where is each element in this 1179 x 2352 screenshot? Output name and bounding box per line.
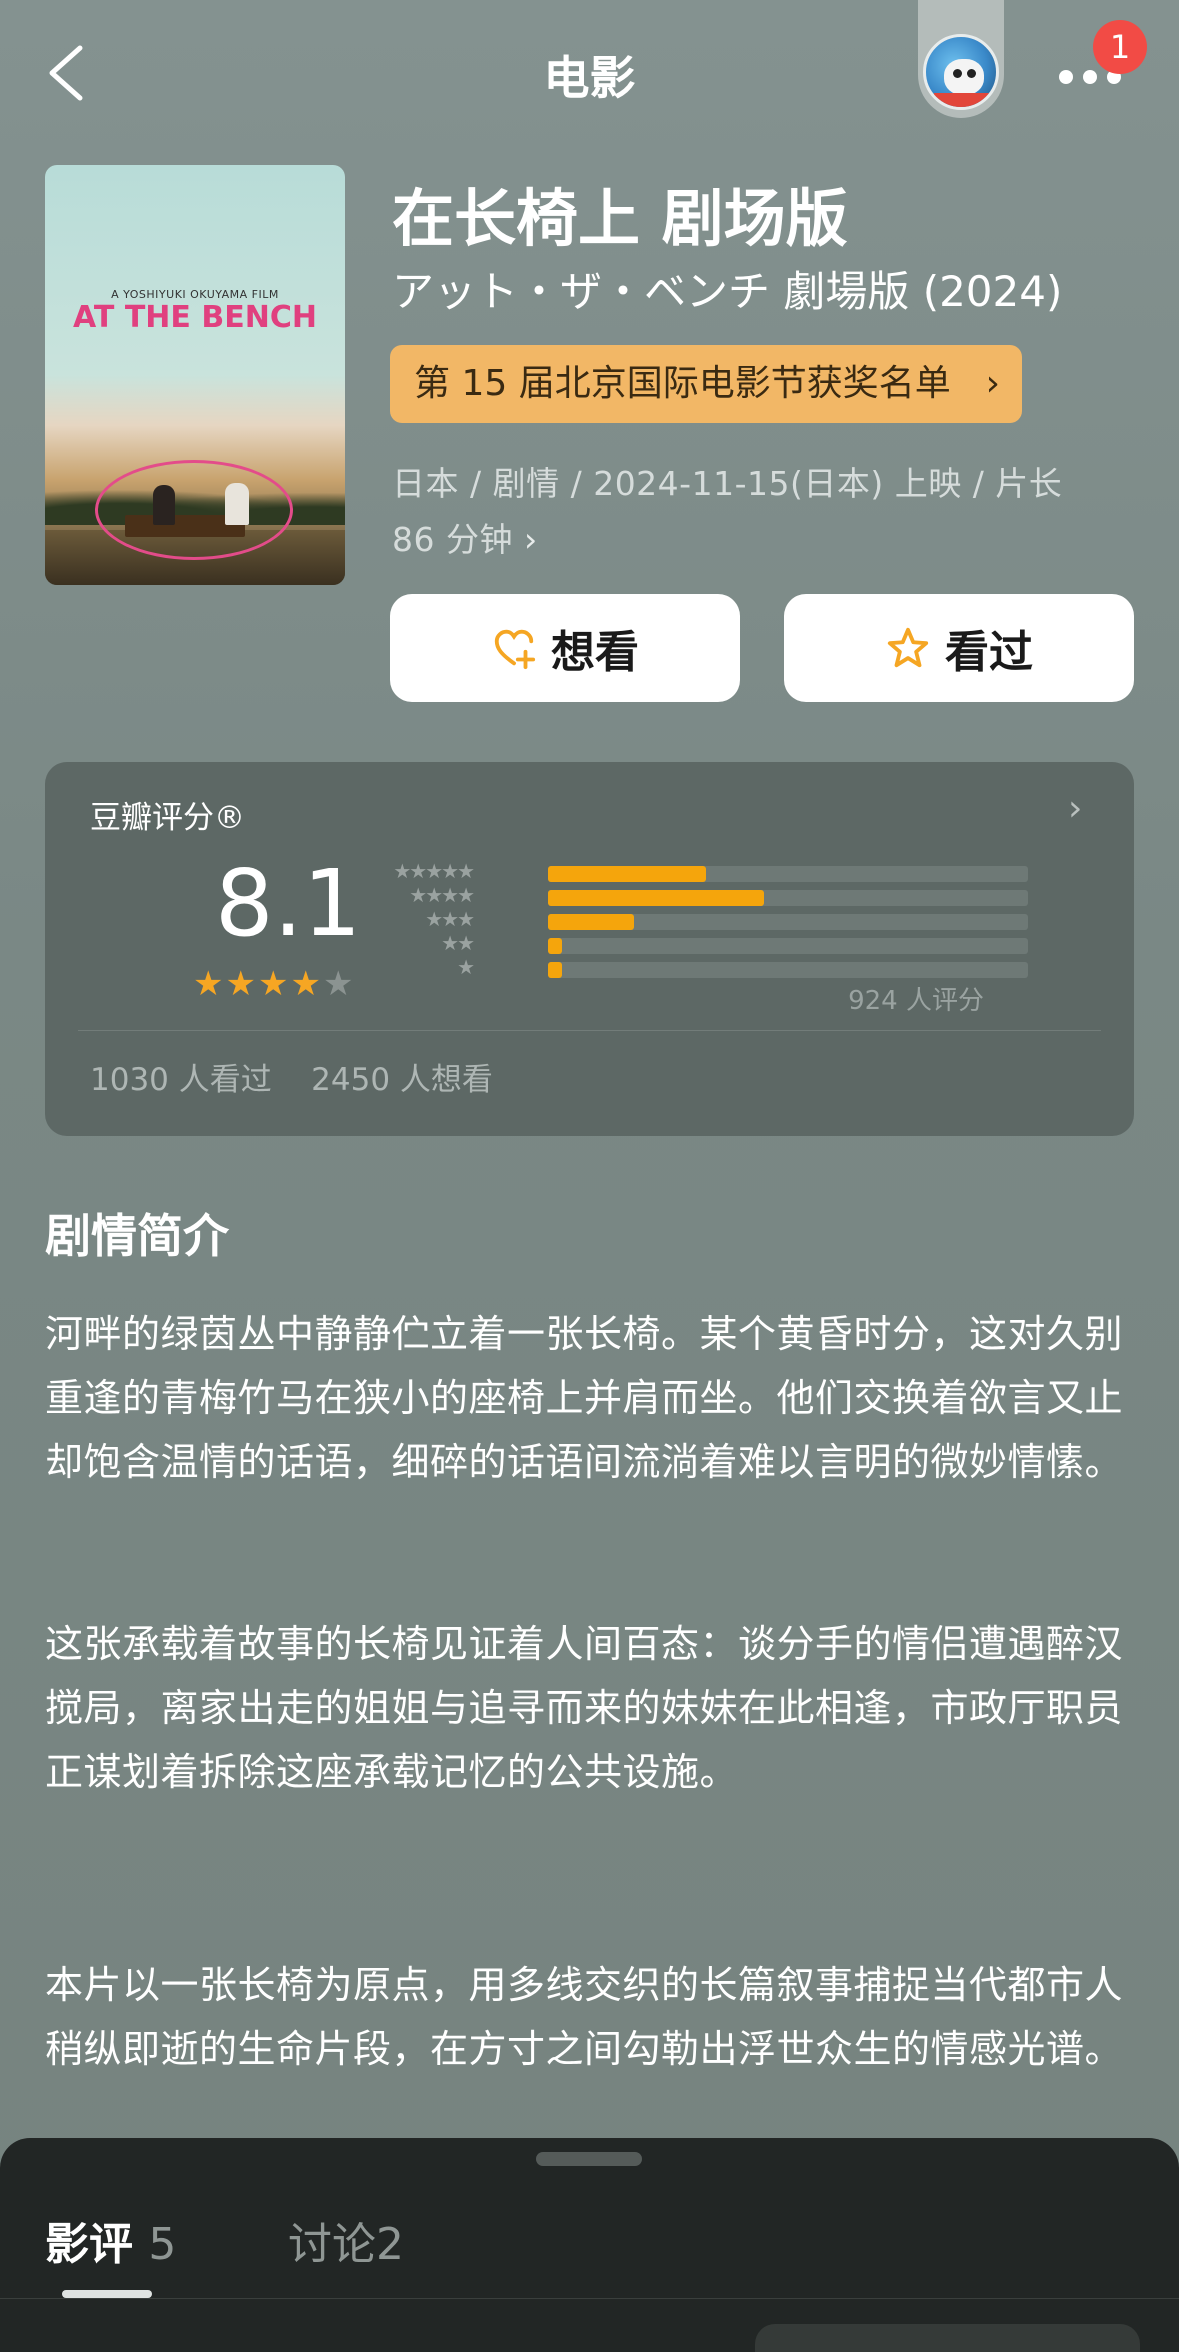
synopsis-paragraph: 这张承载着故事的长椅见证着人间百态：谈分手的情侣遭遇醉汉搅局，离家出走的姐姐与追… <box>45 1622 1124 1794</box>
award-label: 第 15 届北京国际电影节获奖名单 <box>414 363 951 404</box>
tab-discussions-label: 讨论 <box>288 2219 376 2270</box>
distribution-row-1-star: ★ <box>383 955 1033 982</box>
rating-card[interactable]: 豆瓣评分® › 8.1 ★ ★ ★ ★ ★ ★★★★★ ★★★★ ★★★ ★★ ★ 924 人评… <box>45 762 1134 1136</box>
distribution-bar <box>548 914 635 930</box>
top-bar: 电影 1 <box>0 0 1179 150</box>
rating-count: 924 人评分 <box>848 986 984 1016</box>
distribution-track <box>548 962 1028 978</box>
star-filled-icon: ★ <box>290 964 321 1004</box>
mini-stars-icon: ★★ <box>441 931 475 955</box>
chevron-right-icon: › <box>985 363 1000 404</box>
tab-discussions-count: 2 <box>376 2219 404 2270</box>
sheet-drag-handle[interactable] <box>536 2152 642 2166</box>
poster-title: AT THE BENCH <box>73 300 317 335</box>
divider <box>0 2298 1179 2299</box>
chevron-right-icon[interactable]: › <box>1068 788 1082 829</box>
mini-stars-icon: ★★★★★ <box>393 859 475 883</box>
distribution-row-5-star: ★★★★★ <box>383 859 1033 886</box>
movie-poster[interactable]: A YOSHIYUKI OKUYAMA FILM AT THE BENCH <box>45 165 345 585</box>
heart-plus-icon <box>494 629 536 670</box>
want-to-watch-button[interactable]: 想看 <box>390 594 740 702</box>
distribution-bar <box>548 938 563 954</box>
rating-stars: ★ ★ ★ ★ ★ <box>193 967 363 1001</box>
movie-meta-text: 日本 / 剧情 / 2024-11-15(日本) 上映 / 片长 86 分钟 <box>392 464 1063 559</box>
audience-stats: 1030 人看过 2450 人想看 <box>90 1054 493 1099</box>
distribution-bar <box>548 866 707 882</box>
want-count: 2450 人想看 <box>311 1062 493 1098</box>
distribution-track <box>548 938 1028 954</box>
avatar <box>923 34 999 110</box>
distribution-bar <box>548 890 764 906</box>
watched-count: 1030 人看过 <box>90 1062 272 1098</box>
movie-title: 在长椅上 剧场版 <box>392 182 848 255</box>
divider <box>78 1030 1101 1031</box>
distribution-bar <box>548 962 563 978</box>
star-filled-icon: ★ <box>257 964 289 1004</box>
distribution-row-3-star: ★★★ <box>383 907 1033 934</box>
watched-button[interactable]: 看过 <box>784 594 1134 702</box>
mini-stars-icon: ★★★ <box>425 907 475 931</box>
star-filled-icon: ★ <box>193 964 224 1004</box>
distribution-track <box>548 866 1028 882</box>
star-outline-icon <box>887 627 929 668</box>
reviews-sheet[interactable]: 影评 5 讨论2 <box>0 2138 1179 2352</box>
distribution-track <box>548 914 1028 930</box>
tab-discussions[interactable]: 讨论2 <box>288 2208 404 2272</box>
user-avatar-tab[interactable] <box>918 0 1004 118</box>
distribution-row-4-star: ★★★★ <box>383 883 1033 910</box>
star-filled-icon: ★ <box>225 964 256 1004</box>
rating-distribution: ★★★★★ ★★★★ ★★★ ★★ ★ <box>383 859 1033 982</box>
mini-stars-icon: ★★★★ <box>409 883 475 907</box>
movie-original-title: アット・ザ・ベンチ 劇場版 (2024) <box>392 267 1063 316</box>
rating-score: 8.1 <box>215 850 362 957</box>
notification-badge: 1 <box>1093 20 1147 74</box>
mini-stars-icon: ★ <box>457 955 475 979</box>
distribution-row-2-star: ★★ <box>383 931 1033 958</box>
chevron-right-icon: › <box>523 520 538 559</box>
tab-reviews[interactable]: 影评 5 <box>45 2208 176 2272</box>
page: 电影 1 A YOSHIYUKI OKUYAMA FILM AT THE BEN… <box>0 0 1179 2352</box>
star-empty-icon: ★ <box>322 964 354 1004</box>
synopsis-paragraph: 本片以一张长椅为原点，用多线交织的长篇叙事捕捉当代都市人稍纵即逝的生命片段，在方… <box>45 1963 1124 2071</box>
seen-label: 看过 <box>945 627 1033 678</box>
movie-meta[interactable]: 日本 / 剧情 / 2024-11-15(日本) 上映 / 片长 86 分钟 › <box>392 456 1112 568</box>
award-link[interactable]: 第 15 届北京国际电影节获奖名单 › <box>390 345 1022 423</box>
rating-label: 豆瓣评分® <box>90 800 245 836</box>
want-label: 想看 <box>551 627 639 678</box>
tab-reviews-label: 影评 <box>45 2219 133 2270</box>
synopsis-paragraph: 河畔的绿茵丛中静静伫立着一张长椅。某个黄昏时分，这对久别重逢的青梅竹马在狭小的座… <box>45 1312 1124 1484</box>
tab-reviews-count: 5 <box>148 2219 177 2270</box>
sort-toggle[interactable] <box>755 2324 1140 2352</box>
distribution-track <box>548 890 1028 906</box>
synopsis-heading: 剧情简介 <box>45 1209 229 1263</box>
active-tab-indicator <box>62 2290 152 2298</box>
